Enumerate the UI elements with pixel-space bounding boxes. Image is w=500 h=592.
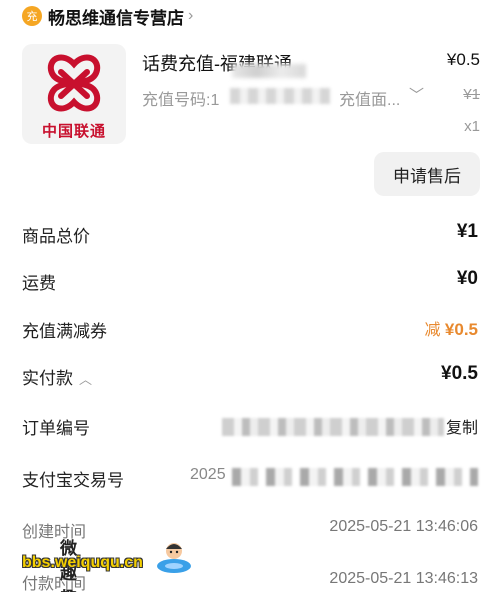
- chevron-right-icon: ›: [188, 7, 194, 24]
- coupon-value: 减 ¥0.5: [424, 316, 478, 340]
- logo-text: 中国联通: [41, 123, 106, 140]
- coupon-amount: ¥0.5: [444, 320, 478, 339]
- created-time-value: 2025-05-21 13:46:06: [329, 518, 478, 535]
- redacted-alipay-number: [232, 468, 478, 486]
- store-badge-icon: 充: [22, 6, 42, 26]
- coupon-prefix: 减: [424, 322, 441, 339]
- paid-value: ¥0.5: [441, 363, 478, 384]
- coupon-label: 充值满减券: [22, 322, 107, 341]
- watermark-url: bbs.weiququ.cn: [22, 554, 143, 571]
- recharge-spec[interactable]: 充值面...: [339, 86, 400, 110]
- redacted-region: [232, 64, 306, 78]
- china-unicom-logo-icon: [47, 54, 101, 112]
- chevron-up-icon[interactable]: ︿: [79, 372, 92, 387]
- goods-total-value: ¥1: [456, 221, 478, 242]
- chevron-down-icon[interactable]: ﹀: [409, 84, 424, 105]
- paid-label: 实付款: [22, 369, 73, 388]
- order-number-label: 订单编号: [22, 419, 90, 438]
- store-header[interactable]: 充 畅思维通信专营店 ›: [22, 4, 193, 28]
- redacted-phone-number: [230, 88, 330, 104]
- shipping-value: ¥0: [456, 268, 478, 289]
- store-name[interactable]: 畅思维通信专营店: [48, 4, 184, 29]
- goods-total-label: 商品总价: [22, 227, 90, 246]
- product-price: ¥0.5: [446, 50, 480, 69]
- mascot-icon: [157, 543, 191, 573]
- apply-aftersale-button[interactable]: 申请售后: [374, 152, 480, 196]
- paid-time-value: 2025-05-21 13:46:13: [329, 570, 478, 587]
- quantity: x1: [464, 118, 480, 135]
- redacted-order-number: [222, 418, 444, 436]
- shipping-label: 运费: [22, 274, 56, 293]
- paid-amount-row[interactable]: 实付款 ︿: [22, 364, 92, 389]
- recharge-number-label: 充值号码:1: [142, 92, 220, 109]
- product-thumbnail[interactable]: 中国联通: [22, 44, 126, 144]
- alipay-trade-prefix: 2025: [190, 466, 226, 483]
- original-price: ¥1: [463, 86, 480, 103]
- alipay-trade-label: 支付宝交易号: [22, 471, 124, 490]
- copy-button[interactable]: 复制: [446, 414, 478, 438]
